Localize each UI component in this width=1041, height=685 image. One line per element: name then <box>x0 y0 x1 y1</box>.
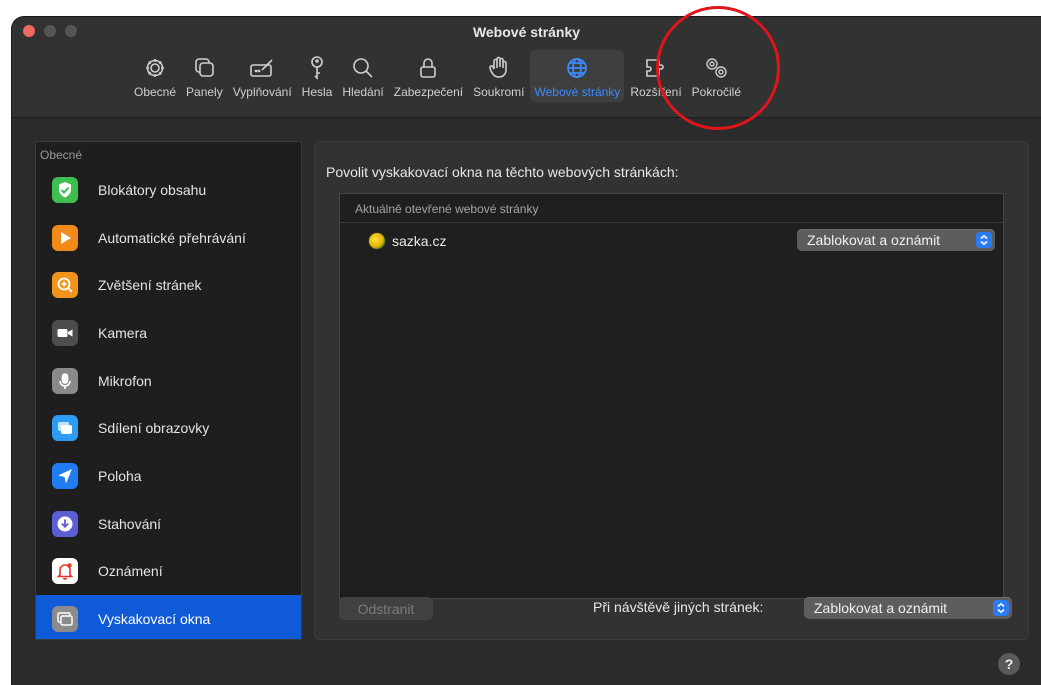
key-icon <box>311 56 323 80</box>
tab-websites[interactable]: Webové stránky <box>530 50 625 102</box>
tabs-icon <box>195 58 215 77</box>
safari-settings-window: Webové stránky Obecné Panely Vyplňování … <box>12 17 1041 685</box>
popup-windows-icon <box>52 606 78 633</box>
sidebar-item-label: Poloha <box>98 467 142 484</box>
sidebar-item-label: Sdílení obrazovky <box>98 420 210 437</box>
gear-icon <box>146 59 165 77</box>
microphone-icon <box>52 367 78 394</box>
sidebar-item-label: Vyskakovací okna <box>98 611 211 628</box>
tab-security[interactable]: Zabezpečení <box>390 50 467 102</box>
tab-search-label: Hledání <box>342 85 384 99</box>
sidebar-item-microphone[interactable]: Mikrofon <box>36 357 301 405</box>
sidebar-item-label: Zvětšení stránek <box>98 277 202 294</box>
magnifier-icon <box>353 58 373 78</box>
download-icon <box>52 510 78 537</box>
titlebar: Webové stránky Obecné Panely Vyplňování … <box>12 17 1041 118</box>
tab-tabs-label: Panely <box>186 85 223 99</box>
tab-extensions[interactable]: Rozšíření <box>626 50 685 102</box>
popup-settings-panel: Povolit vyskakovací okna na těchto webov… <box>314 141 1029 640</box>
tab-privacy[interactable]: Soukromí <box>469 50 528 102</box>
other-sites-select[interactable]: Zablokovat a oznámit <box>804 597 1012 619</box>
globe-icon <box>567 58 588 78</box>
sidebar: Obecné Blokátory obsahu Automatické přeh… <box>35 141 302 640</box>
tab-passwords[interactable]: Hesla <box>298 50 337 102</box>
tab-search[interactable]: Hledání <box>338 50 387 102</box>
tab-extensions-label: Rozšíření <box>630 85 682 99</box>
sidebar-item-autoplay[interactable]: Automatické přehrávání <box>36 214 301 262</box>
sidebar-item-label: Oznámení <box>98 563 163 580</box>
screen-share-icon <box>52 415 78 442</box>
pencil-field-icon <box>250 59 273 77</box>
tab-advanced[interactable]: Pokročilé <box>688 50 745 102</box>
play-icon <box>52 224 78 251</box>
chevron-updown-icon <box>976 232 992 248</box>
remove-button[interactable]: Odstranit <box>339 597 433 620</box>
chevron-updown-icon <box>993 600 1009 616</box>
sidebar-item-label: Kamera <box>98 324 148 341</box>
sidebar-section-header: Obecné <box>40 148 83 162</box>
tab-tabs[interactable]: Panely <box>182 50 227 102</box>
panel-heading: Povolit vyskakovací okna na těchto webov… <box>326 164 679 180</box>
other-sites-label: Při návštěvě jiných stránek: <box>593 599 764 615</box>
tab-passwords-label: Hesla <box>301 85 333 99</box>
tab-general-label: Obecné <box>134 85 177 99</box>
tab-security-label: Zabezpečení <box>393 85 464 99</box>
preferences-toolbar: Obecné Panely Vyplňování Hesla Hledání Z… <box>130 50 747 102</box>
tab-autofill-label: Vyplňování <box>232 85 292 99</box>
help-button[interactable]: ? <box>998 653 1020 675</box>
tab-general[interactable]: Obecné <box>130 50 180 102</box>
sidebar-item-label: Stahování <box>98 515 162 532</box>
site-setting-value: Zablokovat a oznámit <box>807 232 941 248</box>
sidebar-item-camera[interactable]: Kamera <box>36 309 301 357</box>
tab-privacy-label: Soukromí <box>473 85 525 99</box>
sidebar-item-label: Automatické přehrávání <box>98 229 246 246</box>
sidebar-item-content-blockers[interactable]: Blokátory obsahu <box>36 166 301 214</box>
sidebar-item-label: Mikrofon <box>98 372 152 389</box>
table-row[interactable]: sazka.cz Zablokovat a oznámit <box>340 223 1003 259</box>
tab-advanced-label: Pokročilé <box>691 85 742 99</box>
location-arrow-icon <box>52 462 78 489</box>
sidebar-item-screen-sharing[interactable]: Sdílení obrazovky <box>36 404 301 452</box>
window-title: Webové stránky <box>472 24 581 40</box>
sidebar-item-notifications[interactable]: Oznámení <box>36 548 301 596</box>
sidebar-item-page-zoom[interactable]: Zvětšení stránek <box>36 261 301 309</box>
site-setting-select[interactable]: Zablokovat a oznámit <box>797 229 995 251</box>
shield-check-icon <box>52 176 78 203</box>
puzzle-icon <box>646 59 664 77</box>
other-sites-value: Zablokovat a oznámit <box>814 600 948 616</box>
sidebar-item-label: Blokátory obsahu <box>98 181 207 198</box>
lock-icon <box>420 58 437 78</box>
hand-icon <box>488 56 507 78</box>
sidebar-item-location[interactable]: Poloha <box>36 452 301 500</box>
websites-table[interactable]: Aktuálně otevřené webové stránky sazka.c… <box>339 193 1004 599</box>
tab-autofill[interactable]: Vyplňování <box>229 50 296 102</box>
site-name: sazka.cz <box>392 233 447 249</box>
camera-icon <box>52 319 78 346</box>
table-section-header: Aktuálně otevřené webové stránky <box>340 194 1003 223</box>
sidebar-item-popup-windows[interactable]: Vyskakovací okna <box>36 595 301 639</box>
bell-icon <box>52 558 78 585</box>
site-favicon-icon <box>368 232 386 250</box>
zoom-icon <box>52 272 78 299</box>
gears-icon <box>706 58 728 78</box>
tab-websites-label: Webové stránky <box>534 85 621 99</box>
sidebar-item-downloads[interactable]: Stahování <box>36 500 301 548</box>
